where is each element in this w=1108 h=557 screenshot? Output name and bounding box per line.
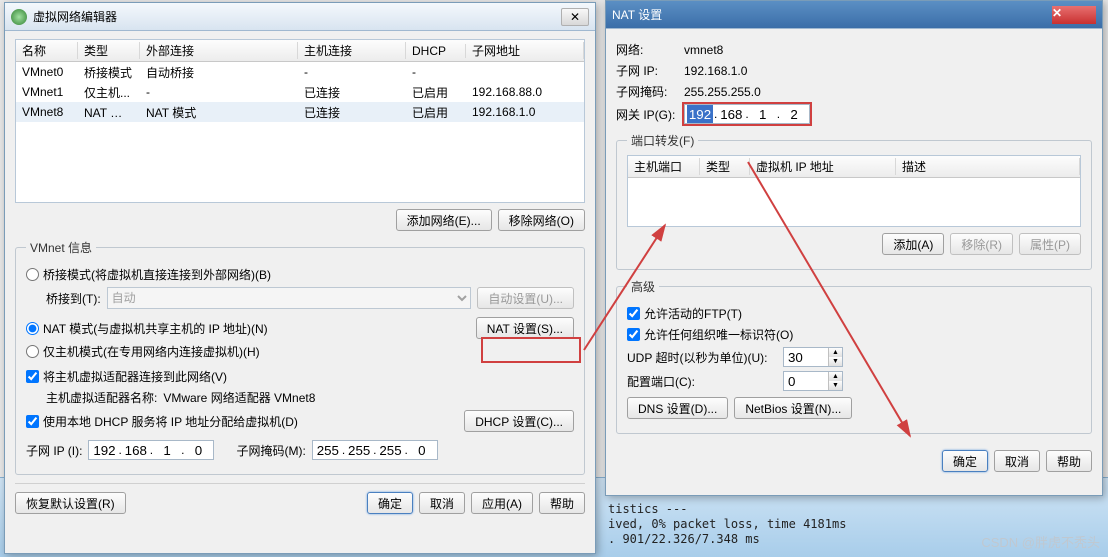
chk-connect-adapter[interactable]: 将主机虚拟适配器连接到此网络(V) [26, 368, 227, 385]
gateway-label: 网关 IP(G): [616, 106, 678, 123]
pf-add-button[interactable]: 添加(A) [882, 233, 944, 255]
cancel-button[interactable]: 取消 [994, 450, 1040, 472]
col-name[interactable]: 名称 [16, 42, 78, 59]
col-ext[interactable]: 外部连接 [140, 42, 298, 59]
app-icon [11, 9, 27, 25]
chk-org[interactable]: 允许任何组织唯一标识符(O) [627, 326, 793, 343]
pf-remove-button[interactable]: 移除(R) [950, 233, 1013, 255]
col-type[interactable]: 类型 [78, 42, 140, 59]
restore-defaults-button[interactable]: 恢复默认设置(R) [15, 492, 126, 514]
console-output: tistics --- ived, 0% packet loss, time 4… [608, 502, 846, 547]
subnet-mask-input[interactable]: . . . [312, 440, 438, 460]
subnet-ip-label: 子网 IP (I): [26, 442, 82, 459]
dns-settings-button[interactable]: DNS 设置(D)... [627, 397, 728, 419]
config-port-label: 配置端口(C): [627, 373, 777, 390]
advanced-group: 高级 允许活动的FTP(T) 允许任何组织唯一标识符(O) UDP 超时(以秒为… [616, 278, 1092, 434]
table-row[interactable]: VMnet0 桥接模式 自动桥接 - - [16, 62, 584, 82]
col-subnet[interactable]: 子网地址 [466, 42, 584, 59]
bridge-to-select[interactable]: 自动 [107, 287, 472, 309]
auto-settings-button[interactable]: 自动设置(U)... [477, 287, 574, 309]
close-icon[interactable]: ✕ [561, 8, 589, 26]
mask-value: 255.255.255.0 [684, 85, 761, 99]
col-dhcp[interactable]: DHCP [406, 44, 466, 58]
advanced-legend: 高级 [627, 278, 659, 295]
ok-button[interactable]: 确定 [942, 450, 988, 472]
pf-props-button[interactable]: 属性(P) [1019, 233, 1081, 255]
col-type[interactable]: 类型 [700, 158, 750, 175]
table-row[interactable]: VMnet8 NAT 模式 NAT 模式 已连接 已启用 192.168.1.0 [16, 102, 584, 122]
table-row[interactable]: VMnet1 仅主机... - 已连接 已启用 192.168.88.0 [16, 82, 584, 102]
help-button[interactable]: 帮助 [1046, 450, 1092, 472]
radio-hostonly[interactable]: 仅主机模式(在专用网络内连接虚拟机)(H) [26, 343, 260, 360]
subip-label: 子网 IP: [616, 62, 678, 79]
nat-settings-dialog: NAT 设置 ✕ 网络: vmnet8 子网 IP: 192.168.1.0 子网掩… [605, 0, 1103, 496]
titlebar: 虚拟网络编辑器 ✕ [5, 3, 595, 31]
subnet-mask-label: 子网掩码(M): [236, 442, 305, 459]
port-forward-table: 主机端口 类型 虚拟机 IP 地址 描述 [627, 155, 1081, 227]
window-title: 虚拟网络编辑器 [33, 8, 117, 25]
col-vm-ip[interactable]: 虚拟机 IP 地址 [750, 158, 896, 175]
vmnet-info-group: VMnet 信息 桥接模式(将虚拟机直接连接到外部网络)(B) 桥接到(T): … [15, 239, 585, 475]
net-value: vmnet8 [684, 43, 723, 57]
add-network-button[interactable]: 添加网络(E)... [396, 209, 492, 231]
udp-timeout-label: UDP 超时(以秒为单位)(U): [627, 349, 777, 366]
col-desc[interactable]: 描述 [896, 158, 1080, 175]
bridge-to-label: 桥接到(T): [46, 290, 101, 307]
vmnet-info-legend: VMnet 信息 [26, 239, 96, 256]
radio-nat[interactable]: NAT 模式(与虚拟机共享主机的 IP 地址)(N) [26, 320, 268, 337]
vmnet-table: 名称 类型 外部连接 主机连接 DHCP 子网地址 VMnet0 桥接模式 自动… [15, 39, 585, 203]
dhcp-settings-button[interactable]: DHCP 设置(C)... [464, 410, 574, 432]
close-icon[interactable]: ✕ [1052, 6, 1096, 24]
net-label: 网络: [616, 41, 678, 58]
watermark: CSDN @胖虎不秃头 [981, 532, 1100, 551]
netbios-settings-button[interactable]: NetBios 设置(N)... [734, 397, 852, 419]
ok-button[interactable]: 确定 [367, 492, 413, 514]
mask-label: 子网掩码: [616, 83, 678, 100]
col-host-port[interactable]: 主机端口 [628, 158, 700, 175]
gateway-ip-input[interactable]: . . . [684, 104, 810, 124]
config-port-spinner[interactable]: ▲▼ [783, 371, 843, 391]
adapter-name-label: 主机虚拟适配器名称: [46, 389, 157, 406]
virtual-network-editor-dialog: 虚拟网络编辑器 ✕ 名称 类型 外部连接 主机连接 DHCP 子网地址 VMne… [4, 2, 596, 554]
adapter-name-value: VMware 网络适配器 VMnet8 [163, 389, 315, 406]
col-host[interactable]: 主机连接 [298, 42, 406, 59]
subip-value: 192.168.1.0 [684, 64, 747, 78]
radio-bridge[interactable]: 桥接模式(将虚拟机直接连接到外部网络)(B) [26, 266, 271, 283]
remove-network-button[interactable]: 移除网络(O) [498, 209, 585, 231]
udp-timeout-spinner[interactable]: ▲▼ [783, 347, 843, 367]
port-forward-group: 端口转发(F) 主机端口 类型 虚拟机 IP 地址 描述 添加(A) 移除(R)… [616, 132, 1092, 270]
nat-settings-button[interactable]: NAT 设置(S)... [476, 317, 574, 339]
chk-dhcp[interactable]: 使用本地 DHCP 服务将 IP 地址分配给虚拟机(D) [26, 413, 298, 430]
titlebar: NAT 设置 ✕ [606, 1, 1102, 29]
apply-button[interactable]: 应用(A) [471, 492, 533, 514]
cancel-button[interactable]: 取消 [419, 492, 465, 514]
port-forward-legend: 端口转发(F) [627, 132, 698, 149]
window-title: NAT 设置 [612, 6, 662, 23]
subnet-ip-input[interactable]: . . . [88, 440, 214, 460]
chk-ftp[interactable]: 允许活动的FTP(T) [627, 305, 742, 322]
help-button[interactable]: 帮助 [539, 492, 585, 514]
